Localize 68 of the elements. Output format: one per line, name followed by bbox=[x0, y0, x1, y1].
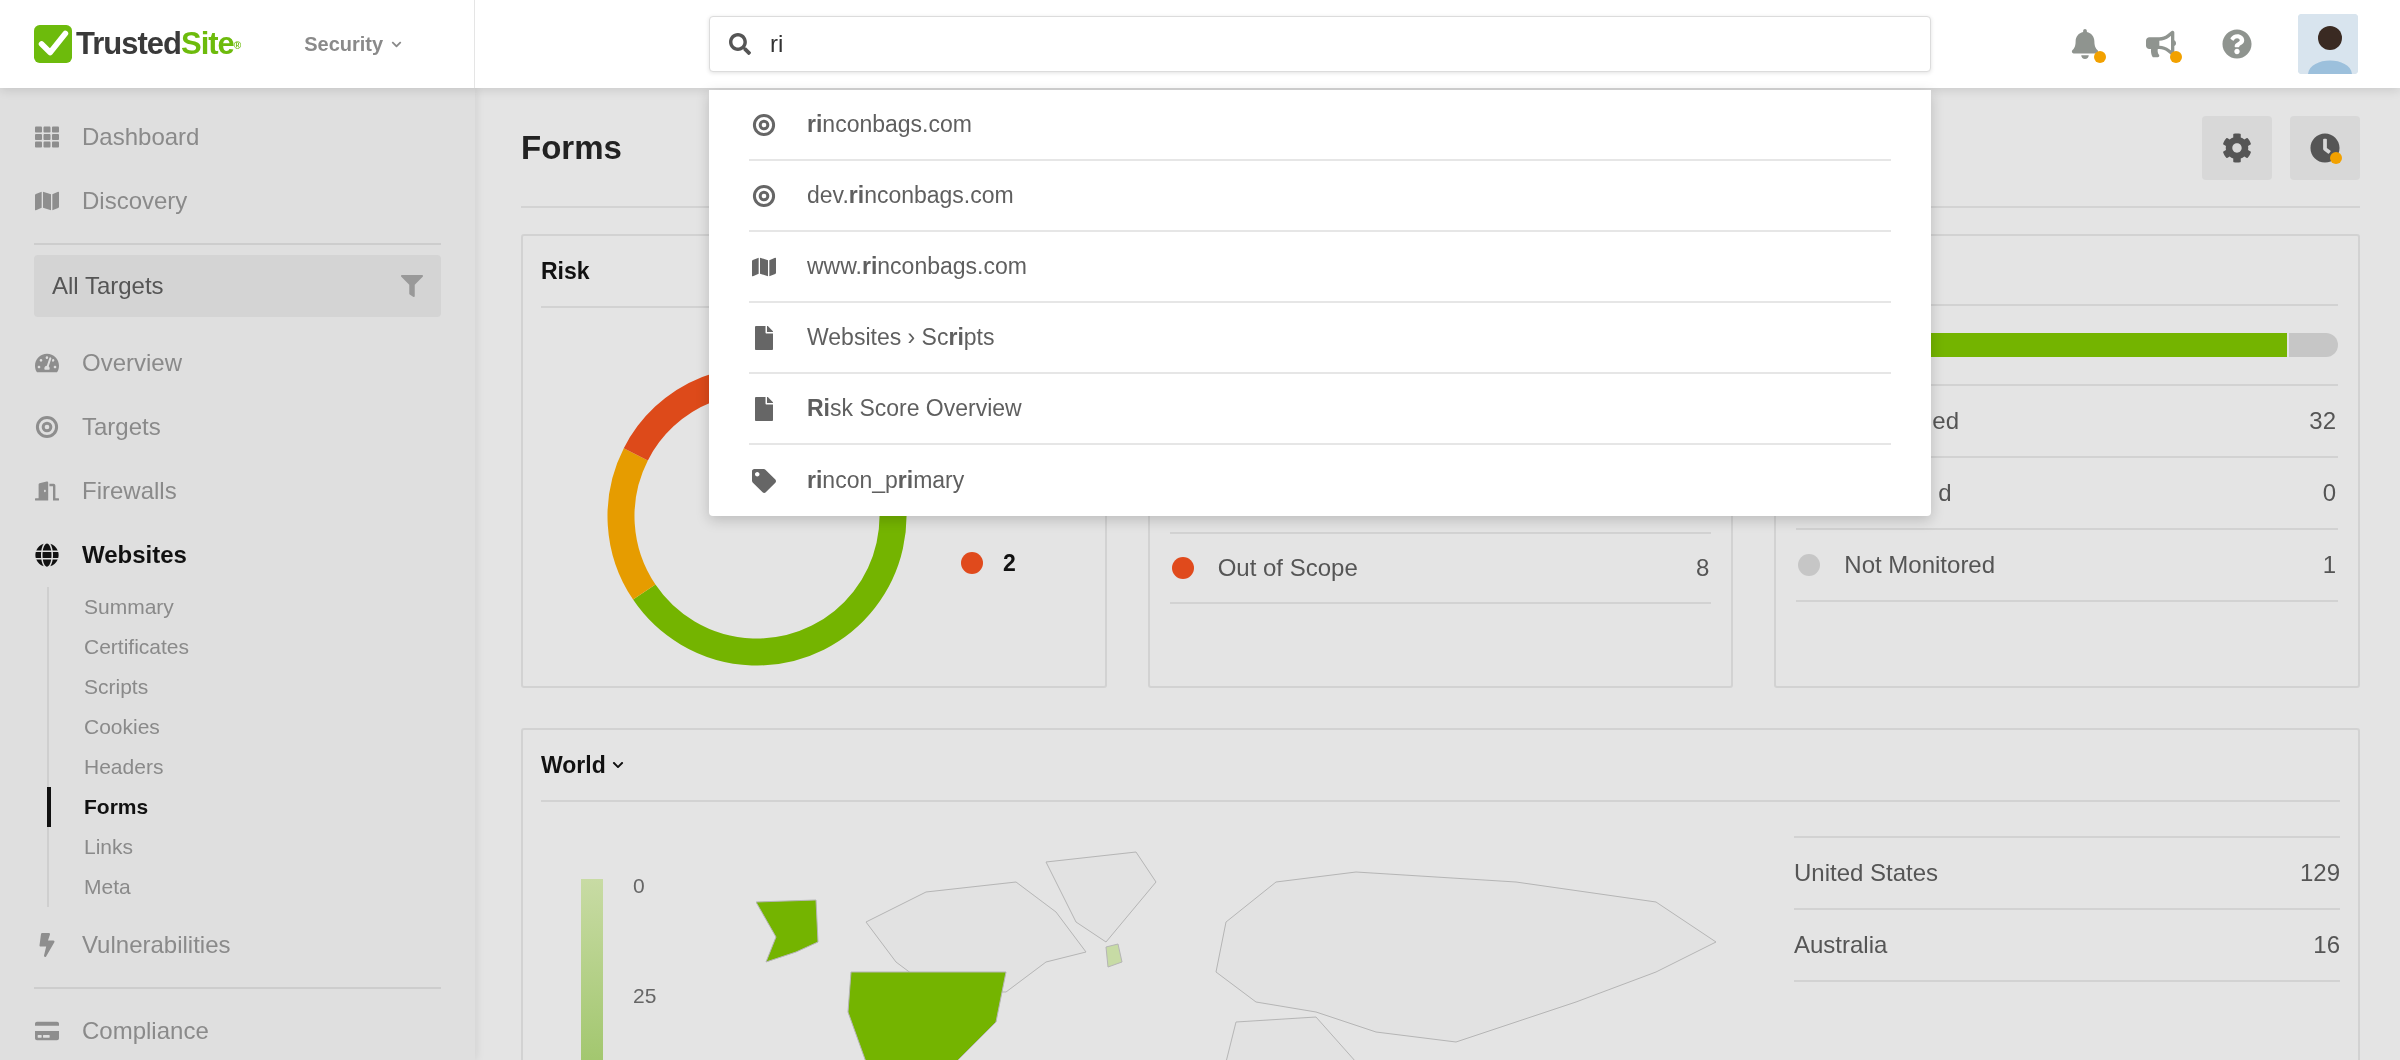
target-icon bbox=[752, 183, 776, 208]
door-icon bbox=[35, 479, 59, 503]
globe-icon bbox=[35, 543, 59, 567]
country-count: 16 bbox=[2313, 930, 2340, 960]
sidebar-item[interactable]: Discovery bbox=[0, 169, 475, 233]
row-label: Out of Scope bbox=[1217, 553, 1358, 583]
sidebar-item[interactable]: Firewalls bbox=[0, 459, 475, 523]
sidebar-subitem[interactable]: Certificates bbox=[47, 627, 475, 667]
country-name: Australia bbox=[1794, 930, 1888, 960]
row-value: 1 bbox=[2322, 550, 2336, 580]
search-result[interactable]: rinconbags.com bbox=[749, 90, 1891, 161]
search-field[interactable]: ri bbox=[709, 16, 1931, 72]
sidebar-subitem[interactable]: Links bbox=[47, 827, 475, 867]
logo[interactable]: TrustedSite$^{®}$ bbox=[34, 20, 241, 68]
row-label: ed bbox=[1932, 406, 1960, 436]
filter-icon bbox=[401, 275, 423, 297]
sidebar-item[interactable]: Compliance bbox=[0, 999, 475, 1060]
sidebar-subitem[interactable]: Forms bbox=[47, 787, 475, 827]
help-icon[interactable] bbox=[2222, 29, 2252, 59]
sidebar-subitem[interactable]: Headers bbox=[47, 747, 475, 787]
grid-icon bbox=[35, 125, 59, 149]
settings-icon bbox=[2222, 133, 2252, 163]
search-result[interactable]: www.rinconbags.com bbox=[749, 232, 1891, 303]
country-count: 129 bbox=[2299, 858, 2340, 888]
history-button[interactable] bbox=[2290, 116, 2360, 180]
row-label: Not Monitored bbox=[1844, 550, 1996, 580]
target-icon bbox=[35, 415, 59, 439]
sidebar-subitem[interactable]: Scripts bbox=[47, 667, 475, 707]
sidebar-subitem[interactable]: Meta bbox=[47, 867, 475, 907]
sidebar-item[interactable]: Dashboard bbox=[0, 105, 475, 169]
sidebar-item[interactable]: Websites bbox=[0, 523, 475, 587]
search-result[interactable]: dev.rinconbags.com bbox=[749, 161, 1891, 232]
target-icon bbox=[752, 112, 776, 137]
map-icon bbox=[35, 189, 59, 213]
avatar[interactable] bbox=[2298, 14, 2358, 74]
legend-tick-label: 0 bbox=[633, 873, 646, 899]
settings-button[interactable] bbox=[2202, 116, 2272, 180]
search-result[interactable]: Websites › Scripts bbox=[749, 303, 1891, 374]
row-value: 0 bbox=[2322, 478, 2336, 508]
search-result[interactable]: Risk Score Overview bbox=[749, 374, 1891, 445]
row-value: 8 bbox=[1695, 553, 1710, 583]
bell-icon[interactable] bbox=[2070, 29, 2100, 59]
file-icon bbox=[752, 396, 776, 421]
product-menu[interactable]: Security bbox=[304, 29, 403, 59]
country-name: United States bbox=[1794, 858, 1939, 888]
file-icon bbox=[752, 325, 776, 350]
page-title: Forms bbox=[521, 128, 622, 169]
sidebar-subitem[interactable]: Summary bbox=[47, 587, 475, 627]
check-icon bbox=[34, 25, 72, 63]
row-label: d bbox=[1938, 478, 1952, 508]
card-title: Risk bbox=[541, 256, 590, 286]
sidebar-item[interactable]: Targets bbox=[0, 395, 475, 459]
gauge-icon bbox=[35, 351, 59, 375]
megaphone-icon[interactable] bbox=[2146, 29, 2176, 59]
tag-icon bbox=[752, 468, 776, 493]
target-filter[interactable]: All Targets bbox=[34, 255, 441, 317]
legend-value: 2 bbox=[1003, 549, 1016, 578]
region-menu[interactable]: World bbox=[541, 747, 624, 783]
chevron-icon bbox=[611, 759, 624, 771]
search-result[interactable]: rincon_primary bbox=[749, 445, 1891, 516]
legend-tick-label: 25 bbox=[633, 982, 657, 1009]
sidebar-item[interactable]: Overview bbox=[0, 331, 475, 395]
sidebar-subitem[interactable]: Cookies bbox=[47, 707, 475, 747]
target-filter-label: All Targets bbox=[52, 271, 164, 301]
search-icon bbox=[729, 33, 751, 55]
sidebar-item[interactable]: Vulnerabilities bbox=[0, 913, 475, 977]
credit-card-icon bbox=[35, 1019, 59, 1043]
row-value: 32 bbox=[2309, 406, 2336, 436]
